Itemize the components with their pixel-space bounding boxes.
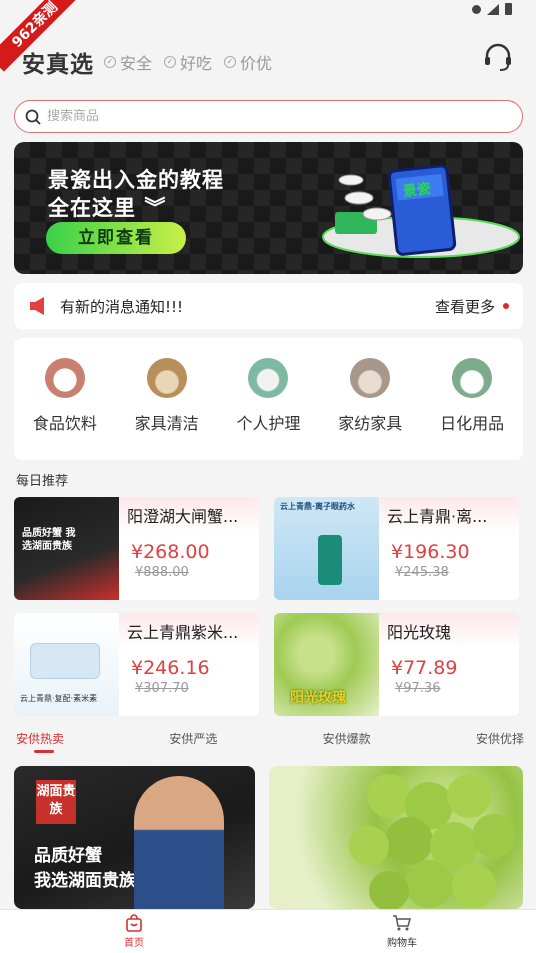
category-personal-care-image	[248, 358, 289, 398]
nav-home-label: 首页	[124, 938, 144, 949]
product-price: ¥246.16	[131, 657, 210, 679]
check-circle-icon: ✓	[224, 56, 237, 68]
banner-title: 景瓷出入金的教程 全在这里 ︾	[48, 168, 224, 220]
tag-tasty: ✓ 好吃	[164, 50, 212, 74]
nav-cart-label: 购物车	[387, 938, 417, 949]
notice-bar[interactable]: 有新的消息通知!!! 查看更多	[14, 283, 523, 329]
product-price: ¥268.00	[131, 541, 210, 563]
product-old-price: ¥888.00	[135, 565, 189, 580]
double-chevron-icon: ︾	[144, 196, 167, 220]
category-daily-chemicals[interactable]: 日化用品	[427, 358, 517, 460]
category-food[interactable]: 食品饮料	[20, 358, 110, 460]
notification-dot-icon	[472, 4, 481, 14]
product-tabs: 安供热卖 安供严选 安供爆款 安供优择	[16, 730, 524, 747]
tab-strict-selection[interactable]: 安供严选	[169, 730, 217, 747]
product-card[interactable]: 品质好蟹 我选湖面贵族 阳澄湖大闸蟹... ¥268.00 ¥888.00	[14, 497, 259, 600]
product-card[interactable]: 云上青鼎·复配·素米素 云上青鼎紫米... ¥246.16 ¥307.70	[14, 613, 259, 716]
featured-logo: 湖面贵族	[36, 780, 76, 824]
product-old-price: ¥97.36	[395, 681, 441, 696]
category-label: 食品饮料	[32, 414, 97, 433]
product-name: 云上青鼎·离...	[387, 507, 488, 526]
headset-icon	[485, 43, 511, 71]
product-card[interactable]: 阳光玫瑰 阳光玫瑰 ¥77.89 ¥97.36	[274, 613, 519, 716]
product-name: 阳澄湖大闸蟹...	[127, 507, 239, 526]
product-image: 云上青鼎·离子眼药水	[274, 497, 379, 600]
signal-icon	[487, 3, 499, 15]
category-personal-care[interactable]: 个人护理	[223, 358, 313, 460]
megaphone-icon	[30, 297, 44, 315]
cart-icon	[393, 915, 411, 931]
grape-illustration	[349, 774, 516, 909]
product-name: 阳光玫瑰	[387, 623, 452, 642]
product-name: 云上青鼎紫米...	[127, 623, 239, 642]
product-price: ¥77.89	[391, 657, 458, 679]
nav-home[interactable]: 首页	[0, 910, 268, 953]
search-input[interactable]	[47, 109, 467, 124]
battery-icon	[505, 3, 512, 15]
featured-card-grape[interactable]	[269, 766, 523, 909]
product-old-price: ¥245.38	[395, 565, 449, 580]
category-label: 家具清洁	[134, 414, 199, 433]
banner-illustration: 景瓷	[322, 164, 520, 258]
category-food-image	[44, 358, 85, 398]
category-label: 个人护理	[236, 414, 301, 433]
category-grid: 食品饮料 家具清洁 个人护理 家纺家具 日化用品	[14, 338, 523, 460]
shopping-bag-icon	[126, 914, 142, 932]
tab-best-seller[interactable]: 安供爆款	[323, 730, 371, 747]
tab-preferred[interactable]: 安供优择	[476, 730, 524, 747]
product-image: 云上青鼎·复配·素米素	[14, 613, 119, 716]
daily-recommend-title: 每日推荐	[16, 474, 69, 489]
category-cleaning[interactable]: 家具清洁	[122, 358, 212, 460]
featured-card-crab[interactable]: 湖面贵族 品质好蟹 我选湖面贵族	[14, 766, 255, 909]
product-price: ¥196.30	[391, 541, 470, 563]
svg-text:景瓷: 景瓷	[402, 180, 432, 200]
tab-hot-sale[interactable]: 安供热卖	[16, 730, 64, 747]
unread-dot-icon	[503, 303, 509, 309]
tab-active-indicator	[34, 750, 54, 753]
banner-cta-button[interactable]: 立即查看	[46, 222, 186, 254]
brand-title: 安真选	[22, 52, 94, 78]
search-icon	[25, 109, 41, 125]
category-label: 日化用品	[440, 414, 505, 433]
tag-price: ✓ 价优	[224, 50, 272, 74]
category-home-textile-image	[350, 358, 391, 398]
promo-banner[interactable]: 景瓷出入金的教程 全在这里 ︾ 立即查看 景瓷	[14, 142, 523, 274]
category-home-textile[interactable]: 家纺家具	[325, 358, 415, 460]
category-daily-chemicals-image	[452, 358, 493, 398]
category-label: 家纺家具	[338, 414, 403, 433]
app-header: 安真选 ✓ 安全 ✓ 好吃 ✓ 价优	[22, 40, 516, 84]
customer-service-button[interactable]	[480, 40, 516, 76]
tag-safe: ✓ 安全	[104, 50, 152, 74]
notice-text: 有新的消息通知!!!	[60, 297, 184, 316]
nav-cart[interactable]: 购物车	[268, 910, 536, 953]
featured-slogan: 品质好蟹 我选湖面贵族	[34, 846, 136, 891]
product-card[interactable]: 云上青鼎·离子眼药水 云上青鼎·离... ¥196.30 ¥245.38	[274, 497, 519, 600]
search-bar[interactable]	[14, 100, 523, 133]
bottom-navigation: 首页 购物车	[0, 909, 536, 953]
featured-person-image	[134, 776, 224, 909]
product-image: 品质好蟹 我选湖面贵族	[14, 497, 119, 600]
notice-more-link[interactable]: 查看更多	[435, 296, 495, 317]
check-circle-icon: ✓	[164, 56, 177, 68]
category-cleaning-image	[146, 358, 187, 398]
check-circle-icon: ✓	[104, 56, 116, 68]
product-old-price: ¥307.70	[135, 681, 189, 696]
brand-tags: ✓ 安全 ✓ 好吃 ✓ 价优	[104, 50, 272, 74]
product-image: 阳光玫瑰	[274, 613, 379, 716]
status-bar	[0, 0, 536, 20]
